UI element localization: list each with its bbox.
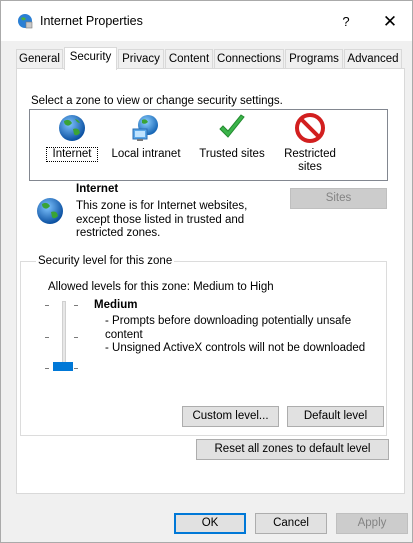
level-description-line: - Unsigned ActiveX controls will not be … bbox=[105, 342, 366, 354]
security-level-legend: Security level for this zone bbox=[36, 255, 175, 267]
slider-thumb[interactable] bbox=[53, 362, 73, 371]
default-level-button[interactable]: Default level bbox=[287, 406, 384, 427]
zone-list: Internet Local intranet Trusted sites Re… bbox=[29, 109, 388, 181]
apply-button[interactable]: Apply bbox=[336, 513, 408, 534]
tab-connections[interactable]: Connections bbox=[214, 49, 284, 69]
tab-programs[interactable]: Programs bbox=[285, 49, 343, 69]
close-button[interactable]: ✕ bbox=[373, 9, 407, 35]
tab-security[interactable]: Security bbox=[64, 47, 117, 70]
zone-description-text: This zone is for Internet websites, exce… bbox=[76, 200, 248, 239]
zone-description-title: Internet bbox=[76, 183, 119, 195]
level-description: - Prompts before downloading potentially… bbox=[105, 315, 375, 356]
checkmark-icon bbox=[219, 114, 245, 138]
zone-local-intranet[interactable]: Local intranet bbox=[111, 112, 181, 161]
custom-level-button[interactable]: Custom level... bbox=[182, 406, 279, 427]
zone-internet[interactable]: Internet bbox=[46, 112, 98, 162]
intranet-icon bbox=[132, 115, 158, 141]
help-button[interactable]: ? bbox=[331, 11, 361, 33]
tab-general[interactable]: General bbox=[16, 49, 63, 69]
globe-icon bbox=[59, 115, 85, 141]
internet-properties-dialog: Internet Properties ? ✕ General Security… bbox=[0, 0, 413, 543]
level-description-line: - Prompts before downloading potentially… bbox=[105, 315, 352, 341]
zone-label-local-intranet: Local intranet bbox=[111, 148, 181, 160]
allowed-levels-text: Allowed levels for this zone: Medium to … bbox=[48, 281, 274, 293]
tab-advanced[interactable]: Advanced bbox=[344, 49, 402, 69]
title-bar[interactable]: Internet Properties ? ✕ bbox=[1, 1, 412, 41]
internet-options-icon bbox=[18, 14, 33, 29]
level-name: Medium bbox=[94, 299, 138, 311]
slider-tick bbox=[45, 305, 49, 306]
security-level-slider[interactable] bbox=[62, 301, 66, 371]
slider-tick bbox=[74, 305, 78, 306]
sites-button[interactable]: Sites bbox=[290, 188, 387, 209]
restricted-icon bbox=[295, 113, 325, 143]
ok-button[interactable]: OK bbox=[174, 513, 246, 534]
tab-privacy[interactable]: Privacy bbox=[118, 49, 164, 69]
zone-restricted-sites[interactable]: Restricted sites bbox=[276, 112, 344, 174]
security-tab-panel: Select a zone to view or change security… bbox=[16, 68, 405, 494]
zone-label-restricted-sites: Restricted sites bbox=[284, 148, 336, 173]
globe-icon bbox=[37, 198, 63, 224]
zone-prompt: Select a zone to view or change security… bbox=[31, 95, 283, 107]
zone-label-internet: Internet bbox=[46, 147, 98, 162]
window-title: Internet Properties bbox=[40, 14, 143, 28]
reset-all-zones-button[interactable]: Reset all zones to default level bbox=[196, 439, 389, 460]
tab-content[interactable]: Content bbox=[165, 49, 213, 69]
zone-label-trusted-sites: Trusted sites bbox=[199, 148, 265, 160]
zone-trusted-sites[interactable]: Trusted sites bbox=[197, 112, 267, 161]
slider-tick bbox=[45, 368, 49, 369]
tab-strip: General Security Privacy Content Connect… bbox=[16, 47, 406, 70]
cancel-button[interactable]: Cancel bbox=[255, 513, 327, 534]
slider-tick bbox=[74, 368, 78, 369]
slider-tick bbox=[45, 337, 49, 338]
slider-tick bbox=[74, 337, 78, 338]
